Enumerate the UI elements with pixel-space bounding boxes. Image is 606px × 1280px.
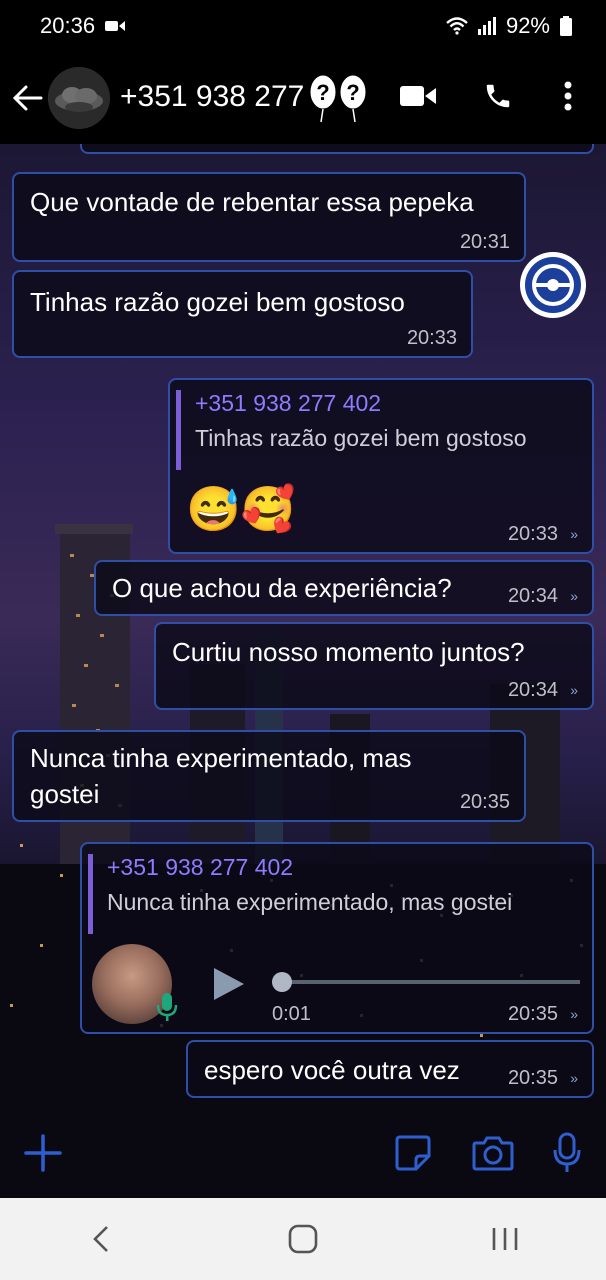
contact-avatar[interactable] bbox=[48, 67, 110, 129]
floating-bubble-icon[interactable] bbox=[520, 252, 586, 318]
svg-text:?: ? bbox=[347, 80, 360, 105]
add-icon[interactable] bbox=[20, 1130, 66, 1176]
balloon-question-icon: ? ? bbox=[308, 72, 370, 124]
more-options-icon[interactable] bbox=[548, 76, 588, 116]
chat-area[interactable]: Que vontade de rebentar essa pepeka 20:3… bbox=[0, 144, 606, 1198]
contact-name[interactable]: +351 938 277 ? ? bbox=[120, 72, 370, 124]
message-time: 20:34 bbox=[507, 585, 558, 607]
message-text: Que vontade de rebentar essa pepeka bbox=[30, 187, 474, 217]
message-bubble-outgoing[interactable]: espero você outra vez 20:35 » bbox=[186, 1040, 594, 1098]
nav-home-icon[interactable] bbox=[273, 1209, 333, 1269]
screen-record-icon bbox=[105, 21, 126, 31]
battery-icon bbox=[560, 16, 572, 36]
microphone-icon[interactable] bbox=[544, 1130, 590, 1176]
nav-back-icon[interactable] bbox=[71, 1209, 131, 1269]
status-bar: 20:36 92% bbox=[0, 0, 606, 52]
quoted-text: Tinhas razão gozei bem gostoso bbox=[195, 425, 527, 451]
wifi-icon bbox=[446, 17, 468, 35]
voice-mic-icon bbox=[154, 990, 180, 1024]
quoted-sender: +351 938 277 402 bbox=[195, 390, 382, 416]
message-time: 20:33 bbox=[406, 327, 457, 349]
sent-tick-icon: » bbox=[570, 588, 578, 604]
emoji-message: 😅🥰 bbox=[186, 485, 296, 534]
message-time: 20:35 bbox=[459, 791, 510, 813]
sent-tick-icon: » bbox=[570, 1006, 578, 1022]
message-time: 20:31 bbox=[459, 231, 510, 253]
voice-progress-track[interactable] bbox=[274, 980, 580, 984]
svg-text:?: ? bbox=[317, 80, 330, 105]
contact-name-text: +351 938 277 bbox=[120, 79, 305, 113]
sent-tick-icon: » bbox=[570, 1070, 578, 1086]
voice-duration: 0:01 bbox=[272, 1003, 311, 1025]
quoted-message[interactable]: +351 938 277 402 Tinhas razão gozei bem … bbox=[176, 390, 580, 470]
sent-tick-icon: » bbox=[570, 682, 578, 698]
nav-recents-icon[interactable] bbox=[475, 1209, 535, 1269]
quoted-message[interactable]: +351 938 277 402 Nunca tinha experimenta… bbox=[88, 854, 580, 934]
message-time: 20:35 bbox=[507, 1067, 558, 1089]
message-text: Curtiu nosso momento juntos? bbox=[172, 637, 525, 667]
camera-icon[interactable] bbox=[470, 1130, 516, 1176]
message-bubble-partial[interactable] bbox=[80, 144, 594, 154]
message-bubble-outgoing[interactable]: Curtiu nosso momento juntos? 20:34 » bbox=[154, 622, 594, 710]
status-time: 20:36 bbox=[40, 13, 96, 38]
message-text: Tinhas razão gozei bem gostoso bbox=[30, 287, 405, 317]
message-bubble-outgoing[interactable]: O que achou da experiência? 20:34 » bbox=[94, 560, 594, 616]
message-bubble-incoming[interactable]: Tinhas razão gozei bem gostoso 20:33 bbox=[12, 270, 473, 358]
message-time: 20:34 bbox=[507, 679, 558, 701]
message-bubble-incoming[interactable]: Que vontade de rebentar essa pepeka 20:3… bbox=[12, 172, 526, 262]
message-composer bbox=[0, 1108, 606, 1198]
quoted-text: Nunca tinha experimentado, mas gostei bbox=[107, 889, 513, 915]
signal-icon bbox=[477, 17, 496, 35]
video-call-icon[interactable] bbox=[398, 76, 438, 116]
voice-progress-handle[interactable] bbox=[272, 972, 292, 992]
message-text: Nunca tinha experimentado, mas gostei bbox=[30, 743, 412, 809]
message-bubble-incoming[interactable]: Nunca tinha experimentado, mas gostei 20… bbox=[12, 730, 526, 822]
back-arrow-icon[interactable] bbox=[10, 80, 46, 116]
battery-percent: 92% bbox=[505, 13, 550, 38]
message-time: 20:35 bbox=[507, 1003, 558, 1025]
message-bubble-outgoing-reply[interactable]: +351 938 277 402 Tinhas razão gozei bem … bbox=[168, 378, 594, 554]
sticker-icon[interactable] bbox=[390, 1130, 436, 1176]
system-nav-bar bbox=[0, 1198, 606, 1280]
play-button-icon[interactable] bbox=[208, 964, 248, 1004]
phone-icon[interactable] bbox=[478, 76, 518, 116]
message-time: 20:33 bbox=[507, 523, 558, 545]
sent-tick-icon: » bbox=[570, 526, 578, 542]
message-bubble-outgoing-voice[interactable]: +351 938 277 402 Nunca tinha experimenta… bbox=[80, 842, 594, 1034]
quoted-sender: +351 938 277 402 bbox=[107, 854, 294, 880]
